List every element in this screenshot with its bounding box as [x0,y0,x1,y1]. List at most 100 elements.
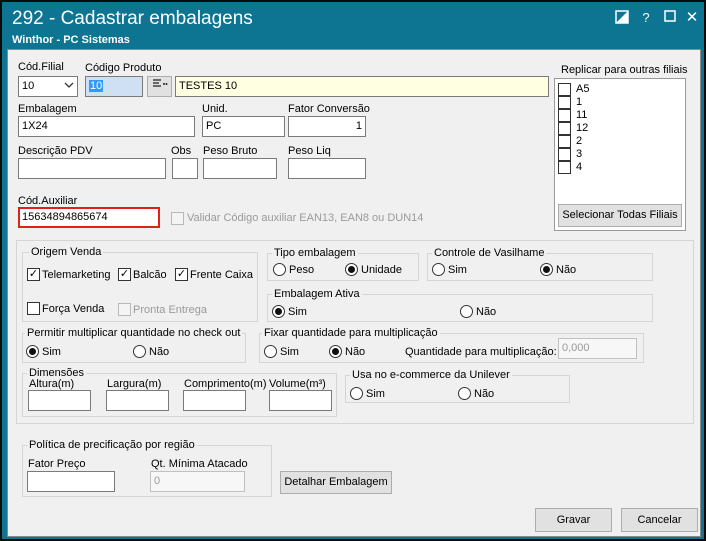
validar-checkbox[interactable] [171,212,184,225]
embalagem-input[interactable]: 1X24 [18,116,195,137]
form-panel: Cód.Filial 10 Código Produto 10 TESTES 1… [7,49,701,537]
unilever-sim-radio[interactable] [350,387,363,400]
volume-input[interactable] [269,390,332,411]
fator-preco-label: Fator Preço [28,458,86,470]
fixar-nao-label: Não [345,346,366,358]
cancelar-button[interactable]: Cancelar [621,508,698,532]
largura-label: Largura(m) [107,378,162,390]
validar-label: Validar Código auxiliar EAN13, EAN8 ou D… [187,212,424,224]
filiais-list: A5 1 11 12 2 3 4 Selecionar Todas Filiai… [554,78,686,231]
fator-conversao-label: Fator Conversão [288,103,370,115]
descricao-pdv-label: Descrição PDV [18,145,93,157]
tipo-peso-radio[interactable] [273,263,286,276]
fixar-sim-radio[interactable] [264,345,277,358]
altura-input[interactable] [28,390,91,411]
cod-filial-select[interactable]: 10 [18,76,78,97]
filial-checkbox-a5[interactable] [558,83,571,96]
origem-venda-label: Origem Venda [29,246,104,258]
filial-label-4: 4 [576,161,583,173]
selecionar-todas-filiais-button[interactable]: Selecionar Todas Filiais [558,204,682,227]
forca-venda-label: Força Venda [42,303,105,315]
multiplicar-nao-radio[interactable] [133,345,146,358]
altura-label: Altura(m) [29,378,75,390]
balcao-label: Balcão [133,269,167,281]
window-subtitle: Winthor - PC Sistemas [12,34,130,46]
unilever-nao-label: Não [474,388,495,400]
qtd-multiplicacao-input[interactable]: 0,000 [558,338,637,359]
qt-minima-input[interactable]: 0 [150,471,245,492]
telemarketing-label: Telemarketing [42,269,111,281]
peso-bruto-label: Peso Bruto [203,145,258,157]
qt-minima-label: Qt. Mínima Atacado [151,458,248,470]
cod-filial-label: Cód.Filial [18,61,64,73]
controle-vasilhame-label: Controle de Vasilhame [432,247,547,259]
ativa-nao-label: Não [476,306,497,318]
peso-bruto-input[interactable] [203,158,277,179]
telemarketing-checkbox[interactable]: ✓ [27,268,40,281]
peso-liq-input[interactable] [288,158,366,179]
restore-icon[interactable] [614,10,630,26]
filial-label-11: 11 [576,109,588,121]
filial-checkbox-4[interactable] [558,161,571,174]
window: 292 - Cadastrar embalagens Winthor - PC … [0,0,706,541]
forca-venda-checkbox[interactable] [27,302,40,315]
codigo-produto-label: Código Produto [85,62,162,74]
filial-checkbox-3[interactable] [558,148,571,161]
filial-label-12: 12 [576,122,589,134]
filial-label-3: 3 [576,148,583,160]
fixar-sim-label: Sim [280,346,299,358]
filial-checkbox-12[interactable] [558,122,571,135]
codigo-produto-input[interactable]: 10 [85,76,143,97]
precificacao-label: Política de precificação por região [27,439,197,451]
search-product-button[interactable] [147,76,172,97]
replicar-label: Replicar para outras filiais [561,64,688,76]
multiplicar-sim-radio[interactable] [26,345,39,358]
pronta-entrega-label: Pronta Entrega [133,304,207,316]
ativa-sim-radio[interactable] [272,305,285,318]
embalagem-ativa-label: Embalagem Ativa [272,288,362,300]
comprimento-input[interactable] [183,390,246,411]
multiplicar-sim-label: Sim [42,346,61,358]
tipo-peso-label: Peso [289,264,315,276]
search-list-icon [152,79,168,92]
ativa-sim-label: Sim [288,306,307,318]
unid-input[interactable]: PC [202,116,285,137]
tipo-embalagem-label: Tipo embalagem [272,247,358,259]
vasilhame-nao-radio[interactable] [540,263,553,276]
help-icon[interactable]: ? [638,10,654,26]
filial-checkbox-11[interactable] [558,109,571,122]
gravar-button[interactable]: Gravar [535,508,612,532]
maximize-icon[interactable] [662,10,678,26]
unilever-label: Usa no e-commerce da Unilever [350,369,512,381]
obs-input[interactable] [172,158,198,179]
fixar-quantidade-label: Fixar quantidade para multiplicação [262,327,440,339]
fator-conversao-input[interactable]: 1 [288,116,366,137]
filial-checkbox-2[interactable] [558,135,571,148]
tipo-unidade-radio[interactable] [345,263,358,276]
vasilhame-sim-radio[interactable] [432,263,445,276]
descricao-pdv-input[interactable] [18,158,166,179]
largura-input[interactable] [106,390,169,411]
filial-checkbox-1[interactable] [558,96,571,109]
filial-label-2: 2 [576,135,583,147]
frente-caixa-checkbox[interactable]: ✓ [175,268,188,281]
tipo-unidade-label: Unidade [361,264,402,276]
cod-auxiliar-input[interactable]: 15634894865674 [18,207,160,228]
balcao-checkbox[interactable]: ✓ [118,268,131,281]
window-title: 292 - Cadastrar embalagens [12,8,253,29]
detalhar-embalagem-button[interactable]: Detalhar Embalagem [280,471,392,494]
multiplicar-nao-label: Não [149,346,170,358]
close-icon[interactable]: ✕ [684,10,700,26]
fator-preco-input[interactable] [27,471,115,492]
permitir-multiplicar-label: Permitir multiplicar quantidade no check… [25,327,243,339]
filial-label-a5: A5 [576,83,590,95]
codigo-produto-value: 10 [89,80,104,92]
ativa-nao-radio[interactable] [460,305,473,318]
unilever-nao-radio[interactable] [458,387,471,400]
fixar-nao-radio[interactable] [329,345,342,358]
pronta-entrega-checkbox[interactable] [118,303,131,316]
cod-auxiliar-label: Cód.Auxiliar [18,195,78,207]
unid-label: Unid. [202,103,228,115]
filial-label-1: 1 [576,96,583,108]
qtd-multiplicacao-label: Quantidade para multiplicação: [405,346,557,358]
